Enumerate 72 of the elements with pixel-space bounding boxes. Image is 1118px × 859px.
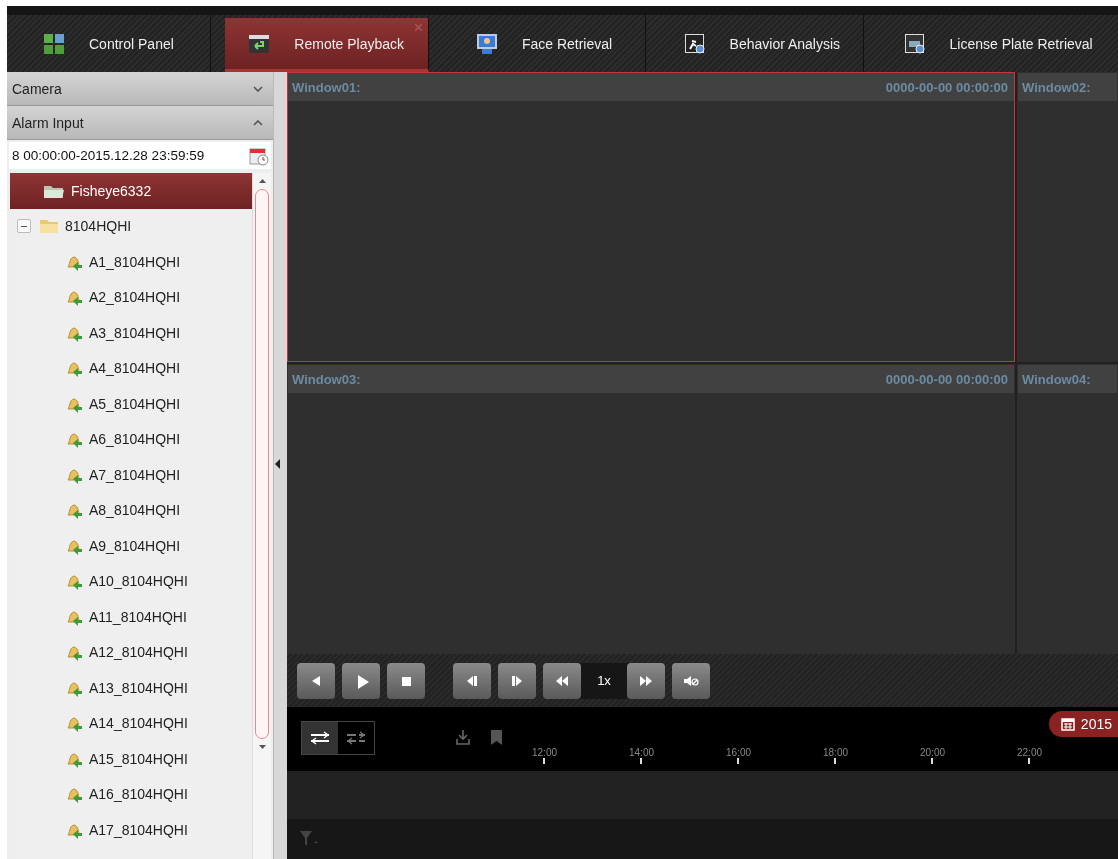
reverse-play-button[interactable]: [297, 662, 335, 699]
window-title: Window01:: [292, 79, 361, 95]
monitor-person-icon: [475, 32, 498, 55]
calendar-clock-icon: [249, 145, 269, 166]
time-tick: 16:00: [726, 747, 823, 764]
tree-item[interactable]: A5_8104HQHI: [10, 386, 252, 422]
folder-icon: [39, 218, 59, 235]
tree-item[interactable]: A2_8104HQHI: [10, 279, 252, 315]
scroll-down-icon: [258, 745, 266, 749]
stop-button[interactable]: [387, 662, 425, 699]
download-icon: [455, 729, 471, 745]
rewind-button[interactable]: [543, 662, 581, 699]
time-range-field[interactable]: 8 00:00:00-2015.12.28 23:59:59: [9, 142, 271, 169]
tree-item[interactable]: A15_8104HQHI: [10, 741, 252, 777]
section-header[interactable]: Camera: [7, 72, 273, 106]
window-timestamp: 0000-00-00 00:00:00: [885, 79, 1008, 95]
step-back-button[interactable]: [453, 662, 491, 699]
section-header[interactable]: Alarm Input: [7, 106, 273, 140]
filter-icon: [299, 830, 319, 848]
tree-item[interactable]: Fisheye6332: [10, 173, 252, 209]
running-figure-search-icon: [683, 32, 706, 55]
speed-label: 1x: [596, 673, 612, 688]
tab[interactable]: Remote Playback: [224, 18, 429, 72]
chevron-up-icon: [253, 119, 263, 126]
car-search-icon: [903, 32, 926, 55]
speaker-muted-button[interactable]: [672, 662, 710, 699]
time-tick: 18:00: [823, 747, 920, 764]
tree-item[interactable]: A17_8104HQHI: [10, 812, 252, 848]
tree-item[interactable]: A9_8104HQHI: [10, 528, 252, 564]
speed-control[interactable]: 1x: [543, 662, 665, 699]
time-tick: 12:00: [532, 747, 629, 764]
tree-item[interactable]: A12_8104HQHI: [10, 634, 252, 670]
window-timestamp: 0000-00-00 00:00:00: [885, 371, 1008, 387]
clapper-icon: [248, 32, 271, 55]
chevron-down-icon: [253, 85, 263, 92]
bookmark-icon: [491, 729, 502, 745]
time-tick: 22:00: [1017, 747, 1114, 764]
tab[interactable]: License Plate Retrieval: [878, 15, 1118, 72]
fast-forward-button[interactable]: [627, 662, 665, 699]
tree-item[interactable]: A10_8104HQHI: [10, 563, 252, 599]
scroll-up-icon: [258, 179, 266, 183]
bell-arrow-icon: [65, 501, 83, 520]
collapse-icon[interactable]: [17, 219, 31, 234]
async-lines-icon: [346, 731, 366, 745]
tree-item[interactable]: 8104HQHI: [10, 208, 252, 244]
window-title: Window02:: [1022, 79, 1091, 95]
tree-item[interactable]: A7_8104HQHI: [10, 457, 252, 493]
tree-item[interactable]: A16_8104HQHI: [10, 776, 252, 812]
tree-item[interactable]: A4_8104HQHI: [10, 350, 252, 386]
tree-item[interactable]: A3_8104HQHI: [10, 315, 252, 351]
timeline-track[interactable]: [287, 771, 1118, 819]
sync-lines-button[interactable]: [302, 722, 338, 754]
tree-item[interactable]: A6_8104HQHI: [10, 421, 252, 457]
close-icon: [414, 24, 422, 31]
grid-icon: [43, 32, 65, 55]
tree-item[interactable]: A11_8104HQHI: [10, 599, 252, 635]
scroll-thumb[interactable]: [255, 189, 269, 739]
collapse-arrow-icon[interactable]: [275, 459, 280, 469]
tree-item[interactable]: A13_8104HQHI: [10, 670, 252, 706]
window-title: Window03:: [292, 371, 361, 387]
step-forward-button[interactable]: [498, 662, 536, 699]
scrollbar[interactable]: [252, 173, 271, 859]
play-button[interactable]: [342, 662, 380, 699]
tree-item[interactable]: A14_8104HQHI: [10, 705, 252, 741]
sync-lines-icon: [310, 731, 330, 745]
tree-item[interactable]: A1_8104HQHI: [10, 244, 252, 280]
window-title: Window04:: [1022, 371, 1091, 387]
date-button[interactable]: 2015: [1048, 711, 1118, 737]
calendar-icon: [1060, 717, 1075, 731]
time-tick: 20:00: [920, 747, 1017, 764]
time-tick: 14:00: [629, 747, 726, 764]
tree-item[interactable]: A8_8104HQHI: [10, 492, 252, 528]
